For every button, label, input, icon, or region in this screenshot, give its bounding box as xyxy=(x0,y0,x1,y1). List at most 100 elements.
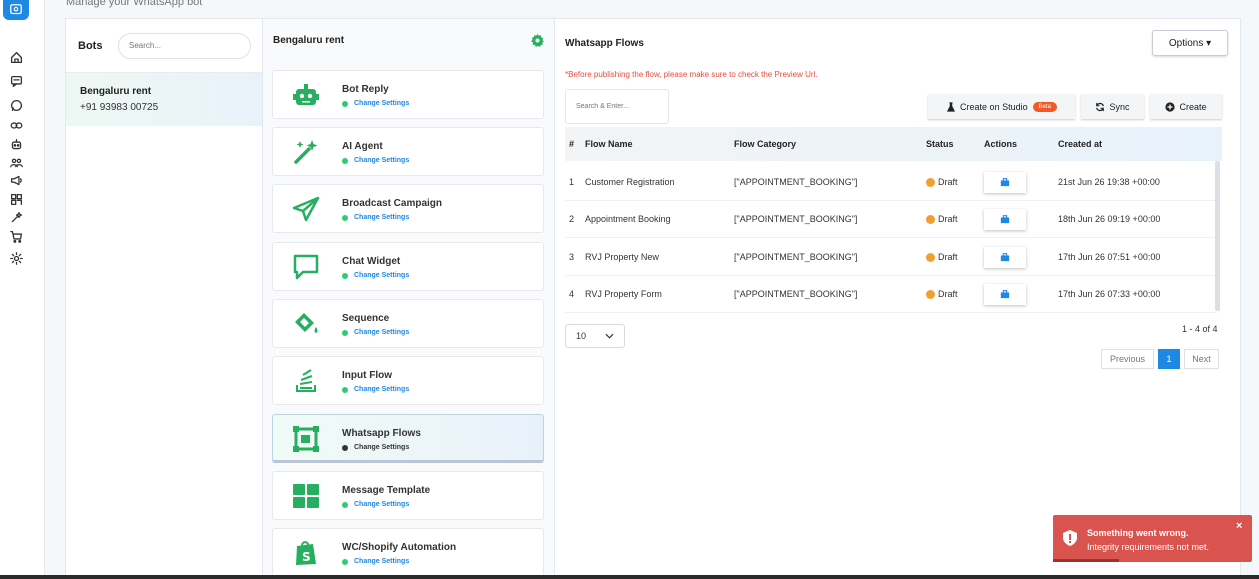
table-row: 2 Appointment Booking ["APPOINTMENT_BOOK… xyxy=(565,201,1217,238)
feature-name: WC/Shopify Automation xyxy=(342,542,457,553)
beta-badge: Beta xyxy=(1032,101,1057,112)
link-icon[interactable] xyxy=(9,118,23,132)
change-settings-link[interactable]: Change Settings xyxy=(342,386,409,393)
bot-name: Bengaluru rent xyxy=(80,86,152,97)
flows-panel: Whatsapp Flows Options ▾ *Before publish… xyxy=(555,19,1242,579)
bots-panel: Bots Bengaluru rent +91 93983 00725 xyxy=(66,19,263,579)
svg-text:S: S xyxy=(302,550,311,564)
briefcase-icon xyxy=(1000,290,1010,299)
create-on-studio-button[interactable]: Create on Studio Beta xyxy=(928,94,1075,119)
paper-plane-icon xyxy=(291,195,321,223)
status-dot xyxy=(926,289,935,299)
stack-icon xyxy=(291,367,321,395)
bot-settings-gear-icon[interactable] xyxy=(530,33,544,47)
feature-message-template[interactable]: Message Template Change Settings xyxy=(272,471,544,520)
bots-search-input[interactable] xyxy=(118,32,251,59)
flow-action-button[interactable] xyxy=(984,246,1026,268)
bots-header: Bots xyxy=(66,19,262,73)
magic-wand-icon xyxy=(291,138,321,166)
previous-page-button[interactable]: Previous xyxy=(1101,349,1154,369)
page-subtitle: Manage your WhatsApp bot xyxy=(66,0,203,8)
feature-name: Broadcast Campaign xyxy=(342,198,443,209)
bot-icon[interactable] xyxy=(9,137,23,151)
magic-icon[interactable] xyxy=(9,210,23,224)
feature-name: AI Agent xyxy=(342,141,383,152)
change-settings-link[interactable]: Change Settings xyxy=(342,558,409,565)
chat-icon[interactable] xyxy=(9,74,23,88)
options-button[interactable]: Options ▾ xyxy=(1152,30,1228,56)
feature-wc-shopify-automation[interactable]: S WC/Shopify Automation Change Settings xyxy=(272,528,544,577)
bots-title: Bots xyxy=(78,39,103,52)
home-icon[interactable] xyxy=(9,50,23,64)
paint-bucket-icon xyxy=(291,310,321,338)
page-size-select[interactable]: 10 xyxy=(565,324,625,348)
current-page-button[interactable]: 1 xyxy=(1158,349,1180,369)
preview-warning: *Before publishing the flow, please make… xyxy=(565,70,818,79)
chat-bubble-icon xyxy=(291,253,321,281)
change-settings-link[interactable]: Change Settings xyxy=(342,501,409,508)
settings-icon[interactable] xyxy=(9,251,23,265)
create-button[interactable]: Create xyxy=(1150,94,1222,119)
table-scrollbar[interactable] xyxy=(1215,161,1220,311)
flows-title: Whatsapp Flows xyxy=(565,38,644,49)
next-page-button[interactable]: Next xyxy=(1184,349,1219,369)
change-settings-link[interactable]: Change Settings xyxy=(342,157,409,164)
main-card: Bots Bengaluru rent +91 93983 00725 Beng… xyxy=(65,18,1241,579)
flow-action-button[interactable] xyxy=(984,171,1026,193)
briefcase-icon xyxy=(1000,178,1010,187)
toast-title: Something went wrong. xyxy=(1087,528,1189,538)
grid-icon xyxy=(291,482,321,510)
feature-name: Bot Reply xyxy=(342,84,389,95)
feature-sequence[interactable]: Sequence Change Settings xyxy=(272,299,544,348)
status-dot xyxy=(926,177,935,187)
table-row: 4 RVJ Property Form ["APPOINTMENT_BOOKIN… xyxy=(565,276,1217,313)
app-logo-icon[interactable] xyxy=(3,0,29,20)
change-settings-link[interactable]: Change Settings xyxy=(342,329,409,336)
flask-icon xyxy=(947,101,956,112)
toast-message: Integrity requirements not met. xyxy=(1087,542,1210,552)
change-settings-link[interactable]: Change Settings xyxy=(342,100,409,107)
shield-alert-icon xyxy=(1063,530,1077,546)
bot-item[interactable]: Bengaluru rent +91 93983 00725 xyxy=(66,73,262,126)
feature-bot-reply[interactable]: Bot Reply Change Settings xyxy=(272,70,544,119)
change-settings-link[interactable]: Change Settings xyxy=(342,444,409,451)
change-settings-link[interactable]: Change Settings xyxy=(342,272,409,279)
flow-action-button[interactable] xyxy=(984,208,1026,230)
flow-frame-icon xyxy=(291,425,321,453)
shopify-icon: S xyxy=(291,539,321,567)
bot-phone: +91 93983 00725 xyxy=(80,102,159,113)
features-title: Bengaluru rent xyxy=(273,34,345,46)
chevron-down-icon xyxy=(605,333,614,339)
feature-name: Sequence xyxy=(342,313,390,324)
qr-icon[interactable] xyxy=(9,192,23,206)
change-settings-link[interactable]: Change Settings xyxy=(342,214,409,221)
sync-button[interactable]: Sync xyxy=(1081,94,1144,119)
robot-icon xyxy=(291,81,321,109)
users-icon[interactable] xyxy=(9,155,23,169)
briefcase-icon xyxy=(1000,215,1010,224)
features-header: Bengaluru rent xyxy=(263,19,554,61)
feature-broadcast-campaign[interactable]: Broadcast Campaign Change Settings xyxy=(272,184,544,233)
features-panel: Bengaluru rent Bot Reply Change Settings… xyxy=(263,19,555,579)
feature-name: Whatsapp Flows xyxy=(342,428,421,439)
feature-input-flow[interactable]: Input Flow Change Settings xyxy=(272,356,544,405)
feature-whatsapp-flows[interactable]: Whatsapp Flows Change Settings xyxy=(272,414,544,463)
table-row: 3 RVJ Property New ["APPOINTMENT_BOOKING… xyxy=(565,239,1217,276)
sync-icon xyxy=(1096,102,1105,111)
status-dot xyxy=(926,252,935,262)
feature-ai-agent[interactable]: AI Agent Change Settings xyxy=(272,127,544,176)
whatsapp-icon[interactable] xyxy=(9,98,23,112)
result-count: 1 - 4 of 4 xyxy=(1182,324,1218,334)
error-toast: Something went wrong. Integrity requirem… xyxy=(1053,515,1252,562)
cart-icon[interactable] xyxy=(9,229,23,243)
pagination: Previous 1 Next xyxy=(1101,349,1219,369)
megaphone-icon[interactable] xyxy=(9,173,23,187)
toast-close-icon[interactable]: × xyxy=(1236,520,1242,532)
flow-search-input[interactable] xyxy=(565,89,669,124)
feature-chat-widget[interactable]: Chat Widget Change Settings xyxy=(272,242,544,291)
plus-circle-icon xyxy=(1165,101,1176,112)
briefcase-icon xyxy=(1000,253,1010,262)
table-row: 1 Customer Registration ["APPOINTMENT_BO… xyxy=(565,164,1217,201)
bottom-bar xyxy=(0,575,1259,579)
flow-action-button[interactable] xyxy=(984,283,1026,305)
